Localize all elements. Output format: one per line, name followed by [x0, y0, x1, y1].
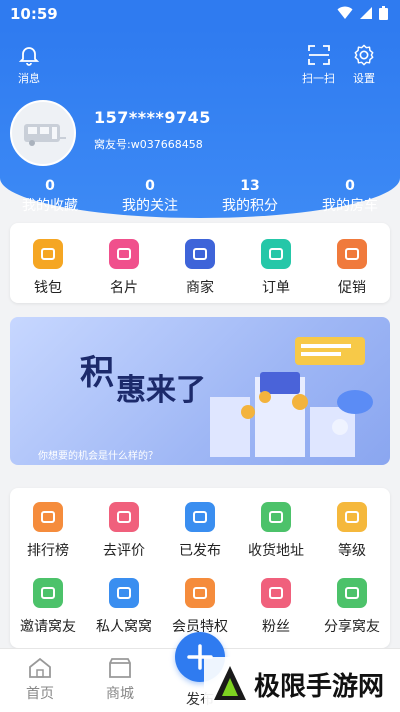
- banner-title-b: 惠来了: [116, 373, 206, 408]
- vip-icon: [185, 578, 215, 608]
- order-icon: [261, 239, 291, 269]
- published-icon: [185, 502, 215, 532]
- stat-favorites[interactable]: 0 我的收藏: [0, 178, 100, 215]
- quick-action-wallet[interactable]: 钱包: [10, 239, 86, 297]
- service-label: 粉丝: [262, 619, 290, 635]
- quick-action-label: 促销: [338, 280, 366, 296]
- service-review[interactable]: 去评价: [86, 502, 162, 560]
- stat-label: 我的关注: [122, 198, 178, 214]
- stat-value: 0: [45, 178, 55, 194]
- watermark-text: 极限手游网: [254, 671, 385, 702]
- quick-action-promo[interactable]: 促销: [314, 239, 390, 297]
- review-icon: [109, 502, 139, 532]
- tab-home-label: 首页: [26, 686, 54, 702]
- quick-action-label: 名片: [110, 280, 138, 296]
- status-time: 10:59: [10, 5, 58, 23]
- wifi-icon: [337, 6, 353, 19]
- settings-label: 设置: [353, 72, 375, 85]
- service-label: 私人窝窝: [96, 619, 152, 635]
- services-card: 排行榜 去评价 已发布 收货地址 等级 邀请窝友 私人窝窝 会员特权粉丝 分享窝友: [10, 488, 390, 648]
- banner-caption: 你想要的机会是什么样的？: [38, 451, 158, 462]
- service-label: 已发布: [179, 543, 221, 559]
- status-icons: [337, 6, 388, 20]
- service-invite[interactable]: 邀请窝友: [10, 578, 86, 636]
- service-fans[interactable]: 粉丝: [238, 578, 314, 636]
- user-id: 窝友号:w037668458: [94, 138, 203, 151]
- stats-row: 0 我的收藏 0 我的关注 13 我的积分 0 我的房车: [0, 178, 400, 215]
- store-icon: [109, 658, 131, 678]
- stat-value: 0: [145, 178, 155, 194]
- stat-following[interactable]: 0 我的关注: [100, 178, 200, 215]
- service-label: 排行榜: [27, 543, 69, 559]
- messages-label: 消息: [18, 72, 40, 85]
- battery-icon: [379, 6, 388, 20]
- share-icon: [337, 578, 367, 608]
- quick-action-label: 订单: [262, 280, 290, 296]
- watermark: 极限手游网: [204, 657, 400, 711]
- card-icon: [109, 239, 139, 269]
- service-label: 等级: [338, 543, 366, 559]
- stat-label: 我的房车: [322, 198, 378, 214]
- stat-label: 我的积分: [222, 198, 278, 214]
- level-icon: [337, 502, 367, 532]
- service-level[interactable]: 等级: [314, 502, 390, 560]
- wallet-icon: [33, 239, 63, 269]
- watermark-logo: [214, 666, 246, 700]
- home-icon: [29, 657, 51, 678]
- quick-action-label: 钱包: [34, 280, 62, 296]
- quick-action-order[interactable]: 订单: [238, 239, 314, 297]
- messages-button[interactable]: 消息: [18, 44, 40, 86]
- stat-value: 13: [240, 178, 260, 194]
- signal-icon: [360, 7, 372, 19]
- quick-action-card[interactable]: 名片: [86, 239, 162, 297]
- stat-label: 我的收藏: [22, 198, 78, 214]
- stat-value: 0: [345, 178, 355, 194]
- avatar[interactable]: [10, 100, 76, 166]
- tab-home[interactable]: 首页: [0, 649, 80, 712]
- service-rank[interactable]: 排行榜: [10, 502, 86, 560]
- scan-button[interactable]: 扫一扫: [302, 44, 335, 86]
- shop-icon: [185, 239, 215, 269]
- service-vip[interactable]: 会员特权: [162, 578, 238, 636]
- fans-icon: [261, 578, 291, 608]
- scan-label: 扫一扫: [302, 72, 335, 85]
- service-share[interactable]: 分享窝友: [314, 578, 390, 636]
- stat-points[interactable]: 13 我的积分: [200, 178, 300, 215]
- service-address[interactable]: 收货地址: [238, 502, 314, 560]
- service-label: 邀请窝友: [20, 619, 76, 635]
- quick-action-label: 商家: [186, 280, 214, 296]
- service-private[interactable]: 私人窝窝: [86, 578, 162, 636]
- tab-mall-label: 商城: [106, 686, 134, 702]
- private-icon: [109, 578, 139, 608]
- stat-rv[interactable]: 0 我的房车: [300, 178, 400, 215]
- service-published[interactable]: 已发布: [162, 502, 238, 560]
- rank-icon: [33, 502, 63, 532]
- status-bar: 10:59: [0, 0, 400, 28]
- address-icon: [261, 502, 291, 532]
- promo-icon: [337, 239, 367, 269]
- settings-button[interactable]: 设置: [352, 44, 376, 86]
- invite-icon: [33, 578, 63, 608]
- profile-header: 消息 扫一扫 设置 157****9745 窝友号:w037668458 0 我…: [0, 28, 400, 218]
- phone-number: 157****9745: [94, 108, 211, 127]
- scan-icon: [307, 45, 330, 65]
- tab-mall[interactable]: 商城: [80, 649, 160, 712]
- service-label: 分享窝友: [324, 619, 380, 635]
- quick-action-shop[interactable]: 商家: [162, 239, 238, 297]
- service-label: 收货地址: [248, 543, 304, 559]
- quick-actions-card: 钱包 名片 商家 订单 促销: [10, 223, 390, 303]
- service-label: 去评价: [103, 543, 145, 559]
- bell-icon: [18, 47, 40, 66]
- banner-title-a: 积: [80, 353, 114, 393]
- gear-icon: [354, 44, 374, 66]
- rv-avatar-icon: [24, 124, 66, 146]
- promo-banner[interactable]: 积 惠来了 你想要的机会是什么样的？: [10, 317, 390, 465]
